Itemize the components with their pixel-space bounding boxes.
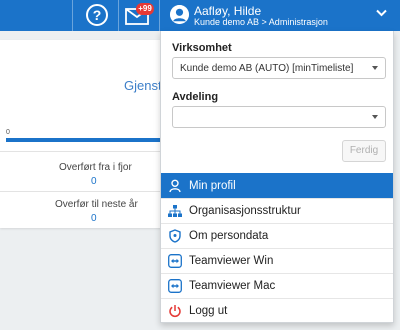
- topbar-divider: [72, 0, 73, 31]
- carried-from-last-year-label: Overført fra i fjor: [59, 162, 132, 173]
- department-label: Avdeling: [172, 91, 219, 103]
- company-select-value: Kunde demo AB (AUTO) [minTimeliste]: [180, 63, 354, 74]
- carried-from-last-year-value: 0: [91, 176, 97, 187]
- menu-item-label: Organisasjonsstruktur: [189, 205, 301, 217]
- power-icon: [161, 304, 189, 318]
- top-bar: ? +99 Aafløy, Hilde Kunde demo AB > Admi…: [0, 0, 400, 31]
- menu-item-label: Min profil: [189, 180, 236, 192]
- teamviewer-icon: [161, 279, 189, 293]
- menu-item-label: Teamviewer Win: [189, 255, 274, 267]
- menu-item-teamviewer-win[interactable]: Teamviewer Win: [161, 248, 393, 273]
- user-name: Aafløy, Hilde: [194, 4, 262, 18]
- user-avatar-icon: [170, 5, 189, 24]
- sitemap-icon: [161, 205, 189, 217]
- teamviewer-icon: [161, 254, 189, 268]
- menu-item-teamviewer-mac[interactable]: Teamviewer Mac: [161, 273, 393, 298]
- menu-item-label: Logg ut: [189, 305, 228, 317]
- menu-item-my-profile[interactable]: Min profil: [161, 173, 393, 198]
- menu-item-personal-data[interactable]: Om persondata: [161, 223, 393, 248]
- balance-progress-bar: [6, 138, 165, 142]
- chevron-down-icon: [376, 9, 387, 17]
- question-circle-icon: ?: [92, 7, 102, 23]
- transfer-to-next-year-label: Overfør til neste år: [55, 199, 138, 210]
- message-count-badge: +99: [136, 3, 154, 15]
- transfer-to-next-year-value: 0: [91, 213, 97, 224]
- divider: [0, 151, 165, 152]
- done-button[interactable]: Ferdig: [342, 140, 386, 162]
- user-company-path: Kunde demo AB > Administrasjon: [194, 17, 328, 27]
- balance-card-title: Gjenst: [124, 78, 162, 93]
- menu-item-label: Teamviewer Mac: [189, 280, 276, 292]
- menu-item-label: Om persondata: [189, 230, 269, 242]
- messages-button[interactable]: +99: [123, 3, 154, 29]
- topbar-divider: [118, 0, 119, 31]
- help-button[interactable]: ?: [86, 4, 108, 26]
- user-menu-toggle[interactable]: Aafløy, Hilde Kunde demo AB > Administra…: [160, 0, 400, 31]
- menu-item-logout[interactable]: Logg ut: [161, 298, 393, 323]
- progress-zero-label: 0: [6, 129, 10, 136]
- caret-down-icon: [372, 66, 378, 70]
- company-select[interactable]: Kunde demo AB (AUTO) [minTimeliste]: [172, 57, 386, 79]
- caret-down-icon: [372, 115, 378, 119]
- user-dropdown-panel: Virksomhet Kunde demo AB (AUTO) [minTime…: [160, 31, 394, 323]
- department-select[interactable]: [172, 106, 386, 128]
- data-privacy-icon: [161, 229, 189, 243]
- user-profile-icon: [161, 179, 189, 193]
- company-label: Virksomhet: [172, 42, 232, 54]
- divider: [0, 191, 165, 192]
- menu-item-org-structure[interactable]: Organisasjonsstruktur: [161, 198, 393, 223]
- user-menu: Min profil Organisasjonsstruktur Om pers…: [161, 173, 393, 323]
